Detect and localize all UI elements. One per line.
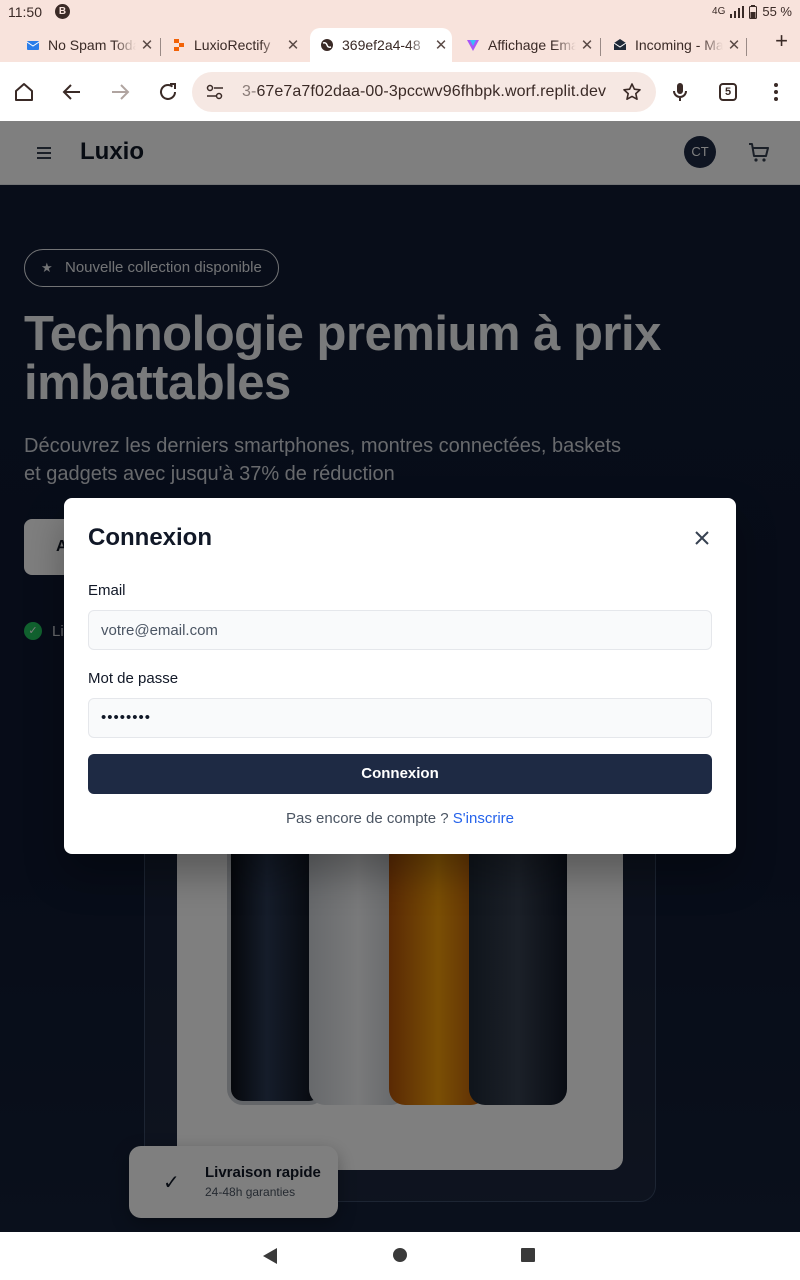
register-prompt-text: Pas encore de compte ? [286,810,449,827]
email-field[interactable] [88,610,712,650]
signal-icon [730,5,745,18]
login-modal: Connexion Email Mot de passe •••••••• Co… [64,498,736,854]
reload-icon[interactable] [154,78,182,106]
modal-title: Connexion [88,524,212,551]
forward-arrow-icon[interactable] [106,78,134,106]
android-nav-bar [0,1232,800,1280]
tab-label: LuxioRectify [194,37,271,53]
inbox-icon [613,39,627,50]
tab-divider [746,38,747,56]
nav-recents-icon[interactable] [520,1247,536,1263]
tab-luxio-rectify[interactable]: LuxioRectify ✕ [162,28,304,62]
home-icon[interactable] [10,78,38,106]
more-menu-icon[interactable] [762,78,790,106]
register-prompt: Pas encore de compte ? S'inscrire [64,810,736,827]
tab-label: No Spam Today [48,37,136,53]
tab-label: 369ef2a4-48 [342,37,421,53]
nav-back-icon[interactable] [262,1247,278,1265]
close-icon[interactable] [690,526,714,550]
status-time: 11:50 [8,4,42,20]
network-label: 4G [712,6,726,17]
battery-icon [749,4,758,19]
back-arrow-icon[interactable] [58,78,86,106]
tab-close-icon[interactable]: ✕ [282,36,304,54]
mail-icon [26,41,40,50]
tab-close-icon[interactable]: ✕ [136,36,158,54]
nav-home-icon[interactable] [392,1247,408,1263]
android-status-bar: 11:50 B 4G 55 % [0,0,800,24]
tab-active-replit[interactable]: 369ef2a4-48 ✕ [310,28,452,62]
register-link[interactable]: S'inscrire [453,810,514,827]
new-tab-icon[interactable]: + [775,28,788,54]
globe-icon [321,39,333,51]
tab-affichage-email[interactable]: Affichage Email ✕ [456,28,598,62]
notification-icon: B [55,4,70,19]
bookmark-star-icon[interactable] [622,82,642,102]
tab-divider [600,38,601,56]
status-indicators: 4G 55 % [712,4,792,19]
tab-close-icon[interactable]: ✕ [723,36,745,54]
tab-divider [160,38,161,56]
url-main: 67e7a7f02daa-00-3pccwv96fhbpk.worf.repli… [256,83,607,100]
tab-label: Incoming - Mail [635,37,723,53]
url-prefix: 3- [242,83,257,100]
site-settings-icon[interactable] [206,84,224,100]
browser-toolbar: 3-67e7a7f02daa-00-3pccwv96fhbpk.worf.rep… [0,62,800,121]
replit-icon [174,39,184,51]
password-field[interactable]: •••••••• [88,698,712,738]
browser-tab-strip: No Spam Today ✕ LuxioRectify ✕ 369ef2a4-… [0,24,800,62]
tab-switcher-button[interactable]: 5 [714,78,742,106]
tab-no-spam[interactable]: No Spam Today ✕ [16,28,158,62]
login-submit-button[interactable]: Connexion [88,754,712,794]
email-label: Email [88,582,126,599]
tab-close-icon[interactable]: ✕ [576,36,598,54]
battery-level: 55 % [762,4,792,19]
tab-incoming-mail[interactable]: Incoming - Mail ✕ [603,28,745,62]
tab-close-icon[interactable]: ✕ [430,36,452,54]
tab-label: Affichage Email [488,37,576,53]
address-bar[interactable]: 3-67e7a7f02daa-00-3pccwv96fhbpk.worf.rep… [192,72,656,112]
microphone-icon[interactable] [666,78,694,106]
tab-count: 5 [719,83,737,101]
vuetify-icon [467,40,479,51]
url-text: 3-67e7a7f02daa-00-3pccwv96fhbpk.worf.rep… [242,83,606,101]
password-label: Mot de passe [88,670,179,687]
